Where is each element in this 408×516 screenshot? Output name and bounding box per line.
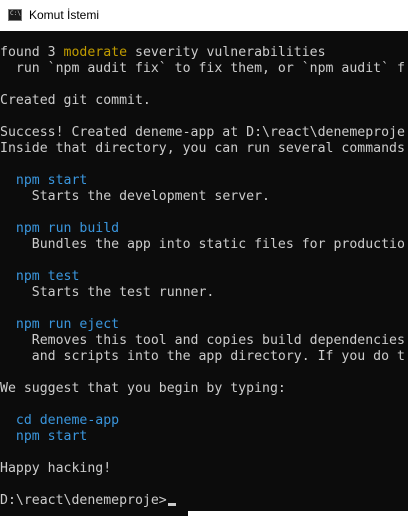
npm-eject-description-1: Removes this tool and copies build depen…: [31, 333, 405, 348]
npm-build-command: npm run build: [15, 221, 120, 236]
npm-start-description: Starts the development server.: [31, 189, 270, 204]
npm-test-description: Starts the test runner.: [31, 285, 215, 300]
npm-test-command-line: npm test: [0, 269, 405, 285]
command-prompt-icon-glyph: C:\: [10, 10, 21, 17]
command-prompt-icon: C:\: [8, 9, 22, 21]
npm-start-command: npm start: [15, 173, 88, 188]
suggestion-line: We suggest that you begin by typing:: [0, 381, 286, 396]
prompt-line[interactable]: D:\react\denemeproje>: [0, 493, 405, 509]
audit-summary-pre: found 3: [0, 45, 64, 60]
success-line: Success! Created deneme-app at D:\react\…: [0, 125, 405, 140]
audit-summary-post: severity vulnerabilities: [127, 45, 326, 60]
npm-build-description-line: Bundles the app into static files for pr…: [0, 237, 405, 253]
happy-hacking-line: Happy hacking!: [0, 461, 112, 476]
title-bar[interactable]: C:\ Komut İstemi: [0, 0, 408, 31]
inside-directory-line: Inside that directory, you can run sever…: [0, 141, 405, 156]
text-cursor: [167, 503, 176, 506]
cd-command: cd deneme-app: [15, 413, 120, 428]
npm-build-command-line: npm run build: [0, 221, 405, 237]
console-lines: found 3 moderate severity vulnerabilitie…: [0, 45, 405, 509]
npm-test-description-line: Starts the test runner.: [0, 285, 405, 301]
npm-build-description: Bundles the app into static files for pr…: [31, 237, 405, 252]
npm-eject-description-line-2: and scripts into the app directory. If y…: [0, 349, 405, 365]
audit-severity-level: moderate: [63, 45, 128, 60]
npm-eject-description-line-1: Removes this tool and copies build depen…: [0, 333, 405, 349]
npm-test-command: npm test: [15, 269, 80, 284]
command-prompt-window: C:\ Komut İstemi found 3 moderate severi…: [0, 0, 408, 516]
npm-eject-command-line: npm run eject: [0, 317, 405, 333]
prompt-path: D:\react\denemeproje>: [0, 493, 167, 508]
cd-command-line: cd deneme-app: [0, 413, 405, 429]
console-output[interactable]: found 3 moderate severity vulnerabilitie…: [0, 31, 408, 516]
audit-fix-line: run `npm audit fix` to fix them, or `npm…: [0, 61, 405, 76]
npm-eject-description-2: and scripts into the app directory. If y…: [31, 349, 405, 364]
audit-summary-line: found 3 moderate severity vulnerabilitie…: [0, 45, 405, 61]
start-command-line: npm start: [0, 429, 405, 445]
start-command: npm start: [15, 429, 88, 444]
npm-eject-command: npm run eject: [15, 317, 120, 332]
npm-start-command-line: npm start: [0, 173, 405, 189]
horizontal-scrollbar[interactable]: [188, 511, 408, 516]
npm-start-description-line: Starts the development server.: [0, 189, 405, 205]
window-title: Komut İstemi: [29, 8, 100, 22]
git-commit-line: Created git commit.: [0, 93, 151, 108]
